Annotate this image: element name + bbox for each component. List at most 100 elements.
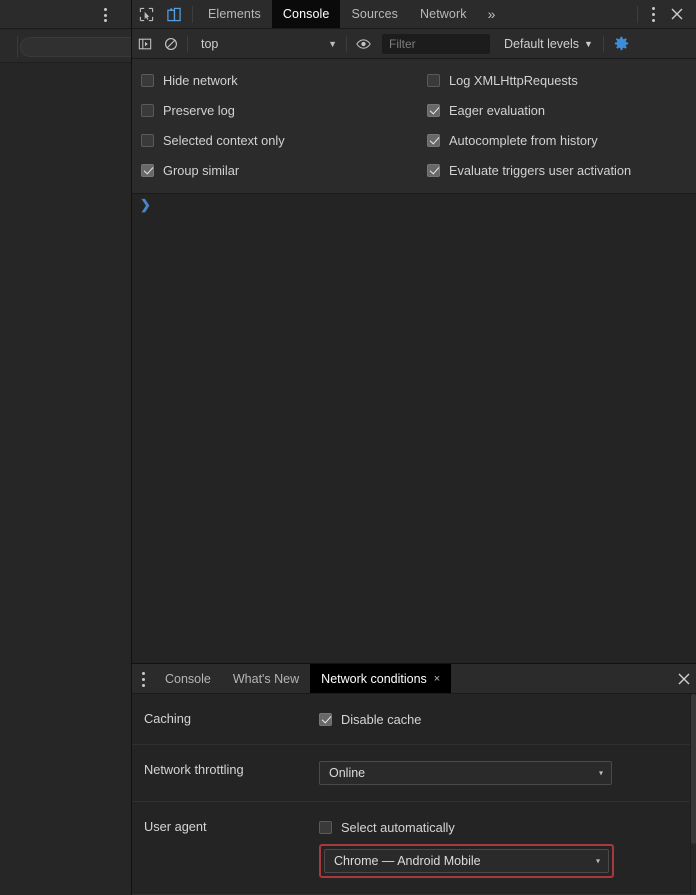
checkbox[interactable] — [141, 164, 154, 177]
setting-label: Autocomplete from history — [449, 133, 598, 148]
drawer-tabbar-spacer — [451, 664, 671, 693]
tab-network[interactable]: Network — [409, 0, 478, 28]
checkbox[interactable] — [427, 104, 440, 117]
setting-autocomplete-from-history[interactable]: Autocomplete from history — [414, 125, 696, 155]
prompt-chevron-icon: ❯ — [140, 198, 151, 211]
more-tabs-button[interactable]: » — [478, 0, 506, 28]
devtools-screenshot: Elements Console Sources Network » — [0, 0, 696, 895]
clear-console-icon[interactable] — [158, 29, 184, 59]
live-expression-icon[interactable] — [350, 29, 376, 59]
devtools-panel: Elements Console Sources Network » — [131, 0, 696, 895]
console-settings-panel: Hide network Log XMLHttpRequests Preserv… — [132, 59, 696, 194]
tab-sources[interactable]: Sources — [340, 0, 409, 28]
tabbar-divider-right — [637, 6, 638, 23]
checkbox[interactable] — [427, 134, 440, 147]
setting-label: Log XMLHttpRequests — [449, 73, 578, 88]
checkbox[interactable] — [141, 74, 154, 87]
user-agent-select[interactable]: Chrome — Android Mobile ▾ — [324, 849, 609, 873]
checkbox[interactable] — [141, 134, 154, 147]
toolbar-divider-2 — [346, 36, 347, 52]
checkbox[interactable] — [141, 104, 154, 117]
setting-group-similar[interactable]: Group similar — [132, 155, 414, 185]
setting-selected-context-only[interactable]: Selected context only — [132, 125, 414, 155]
checkbox[interactable] — [427, 74, 440, 87]
execution-context-selector[interactable]: top ▼ — [193, 33, 343, 54]
device-toolbar-icon[interactable] — [160, 0, 188, 28]
devtools-drawer: Console What's New Network conditions × — [132, 663, 696, 895]
setting-label: Eager evaluation — [449, 103, 545, 118]
user-agent-field: Select automatically Chrome — Android Mo… — [319, 818, 696, 878]
browser-titlebar — [0, 0, 131, 29]
caching-field: Disable cache — [319, 710, 696, 728]
drawer-tab-console[interactable]: Console — [154, 664, 222, 693]
tab-console[interactable]: Console — [272, 0, 341, 28]
page-viewport[interactable] — [0, 63, 131, 895]
drawer-scrollbar[interactable] — [690, 694, 696, 895]
kebab-menu-icon[interactable] — [132, 664, 154, 694]
drawer-tab-network-conditions[interactable]: Network conditions × — [310, 664, 451, 693]
network-conditions-panel: Caching Disable cache Network throttling… — [132, 694, 696, 895]
browser-window-area — [0, 0, 131, 895]
browser-toolbar — [0, 30, 131, 63]
log-levels-label: Default levels — [504, 37, 579, 51]
setting-evaluate-triggers-user-activation[interactable]: Evaluate triggers user activation — [414, 155, 696, 185]
setting-preserve-log[interactable]: Preserve log — [132, 95, 414, 125]
chevron-down-icon: ▼ — [584, 39, 593, 49]
omnibox-input[interactable] — [20, 37, 131, 57]
tabbar-divider — [192, 6, 193, 23]
drawer-tab-label: Console — [165, 672, 211, 686]
setting-eager-evaluation[interactable]: Eager evaluation — [414, 95, 696, 125]
drawer-tab-label: Network conditions — [321, 672, 427, 686]
filter-placeholder: Filter — [389, 37, 416, 51]
chevron-down-icon: ▾ — [596, 857, 600, 866]
disable-cache-checkbox-row[interactable]: Disable cache — [319, 710, 696, 728]
kebab-menu-icon[interactable] — [642, 0, 664, 29]
network-throttling-value: Online — [329, 766, 365, 780]
checkbox[interactable] — [319, 821, 332, 834]
gear-icon[interactable] — [609, 29, 635, 59]
kebab-menu-icon[interactable] — [97, 6, 113, 24]
close-icon[interactable] — [671, 664, 696, 694]
disable-cache-label: Disable cache — [341, 712, 421, 727]
console-toolbar: top ▼ Filter Default levels ▼ — [132, 29, 696, 59]
user-agent-value: Chrome — Android Mobile — [334, 854, 481, 868]
select-automatically-checkbox-row[interactable]: Select automatically — [319, 818, 696, 836]
user-agent-select-highlight: Chrome — Android Mobile ▾ — [319, 844, 614, 878]
tab-elements[interactable]: Elements — [197, 0, 272, 28]
select-automatically-label: Select automatically — [341, 820, 455, 835]
toolbar-divider — [17, 36, 18, 58]
network-throttling-field: Online ▾ — [319, 761, 696, 785]
toolbar-divider — [187, 36, 188, 52]
tabbar-actions — [633, 0, 696, 28]
console-prompt-row[interactable]: ❯ — [132, 194, 696, 216]
drawer-tab-whats-new[interactable]: What's New — [222, 664, 310, 693]
checkbox[interactable] — [319, 713, 332, 726]
drawer-tabbar: Console What's New Network conditions × — [132, 664, 696, 694]
chevron-down-icon: ▾ — [599, 769, 603, 778]
setting-label: Evaluate triggers user activation — [449, 163, 631, 178]
setting-label: Hide network — [163, 73, 238, 88]
toolbar-divider-3 — [603, 36, 604, 52]
console-output-area[interactable]: ❯ — [132, 194, 696, 662]
checkbox[interactable] — [427, 164, 440, 177]
devtools-tabbar: Elements Console Sources Network » — [132, 0, 696, 29]
inspect-element-icon[interactable] — [132, 0, 160, 28]
setting-hide-network[interactable]: Hide network — [132, 65, 414, 95]
network-throttling-label: Network throttling — [144, 761, 319, 779]
setting-log-xmlhttprequests[interactable]: Log XMLHttpRequests — [414, 65, 696, 95]
close-icon[interactable]: × — [434, 673, 440, 685]
setting-label: Preserve log — [163, 103, 235, 118]
network-throttling-row: Network throttling Online ▾ — [132, 745, 696, 802]
user-agent-row: User agent Select automatically Chrome —… — [132, 802, 696, 895]
console-sidebar-icon[interactable] — [132, 29, 158, 59]
scrollbar-thumb[interactable] — [691, 694, 696, 844]
drawer-tab-label: What's New — [233, 672, 299, 686]
caching-row: Caching Disable cache — [132, 694, 696, 745]
network-throttling-select[interactable]: Online ▾ — [319, 761, 612, 785]
chevron-down-icon: ▼ — [328, 39, 337, 49]
log-levels-selector[interactable]: Default levels ▼ — [504, 37, 593, 51]
close-icon[interactable] — [664, 0, 690, 29]
execution-context-value: top — [201, 37, 218, 51]
user-agent-label: User agent — [144, 818, 319, 836]
console-filter-input[interactable]: Filter — [382, 34, 490, 54]
